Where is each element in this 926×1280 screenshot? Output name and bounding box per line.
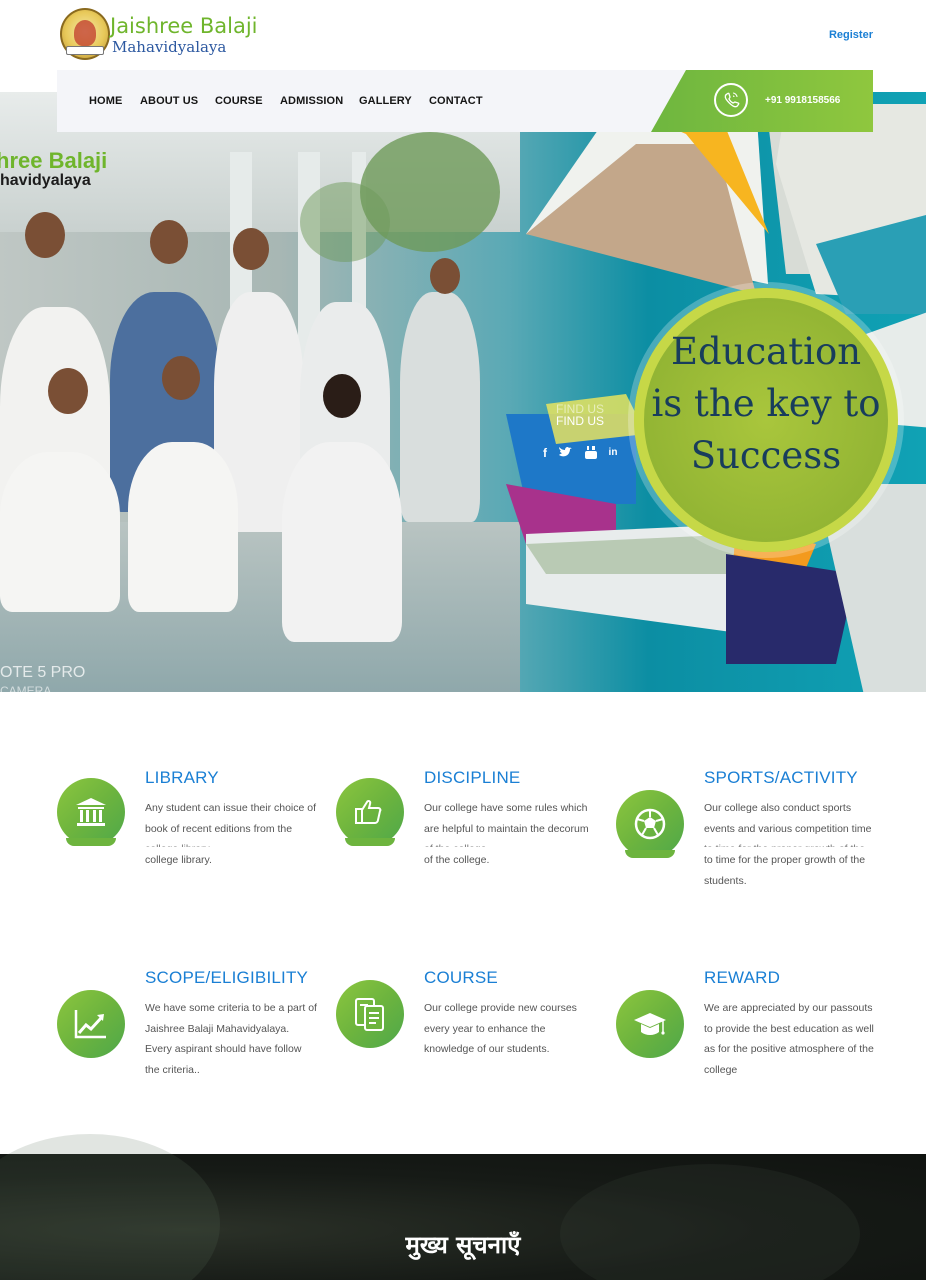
feature-course: COURSE Our college provide new courses e… (336, 968, 616, 1138)
feature-title: REWARD (704, 968, 781, 987)
main-navbar: HOME ABOUT US COURSE ADMISSION GALLERY C… (57, 70, 873, 132)
growth-chart-icon (57, 990, 125, 1058)
feature-description: Our college have some rules which are he… (424, 802, 589, 835)
feature-scope-eligibility: SCOPE/ELIGIBILITY We have some criteria … (57, 968, 337, 1138)
hero-tagline-college: hree Balaji (0, 148, 108, 173)
feature-description: We have some criteria to be a part of Ja… (145, 1002, 317, 1076)
youtube-icon[interactable] (584, 446, 598, 460)
logo-title: Jaishree Balaji (110, 14, 258, 38)
nav-admission[interactable]: ADMISSION (280, 95, 343, 107)
register-link[interactable]: Register (829, 29, 873, 41)
college-seal-icon (60, 8, 110, 60)
site-logo[interactable]: Jaishree Balaji Mahavidyalaya (60, 8, 260, 64)
nav-home[interactable]: HOME (89, 95, 122, 107)
slogan-line-3: Success (690, 434, 842, 477)
graduation-cap-icon (616, 990, 684, 1058)
feature-description-tail: to time for the proper growth of the stu… (704, 854, 866, 887)
feature-title: LIBRARY (145, 768, 219, 787)
nav-gallery[interactable]: GALLERY (359, 95, 412, 107)
slogan-line-1: Education (670, 330, 862, 373)
feature-description: We are appreciated by our passouts to pr… (704, 1002, 874, 1076)
thumbs-up-icon (336, 778, 404, 846)
nav-contact[interactable]: CONTACT (429, 95, 483, 107)
feature-sports: SPORTS/ACTIVITY Our college also conduct… (616, 768, 896, 938)
hero-banner: hree Balaji havidyalaya OTE 5 PRO CAMERA… (0, 92, 926, 692)
photo-watermark-sub: CAMERA (0, 684, 52, 692)
facebook-icon[interactable]: f (538, 446, 552, 460)
feature-title: COURSE (424, 968, 498, 987)
hero-tagline-sub: havidyalaya (0, 172, 91, 189)
logo-subtitle: Mahavidyalaya (112, 38, 227, 56)
phone-icon[interactable] (714, 83, 748, 117)
feature-description-tail: of the college. (424, 854, 490, 866)
feature-reward: REWARD We are appreciated by our passout… (616, 968, 896, 1138)
feature-description-tail: college library. (145, 854, 212, 866)
nav-course[interactable]: COURSE (215, 95, 263, 107)
feature-discipline: DISCIPLINE Our college have some rules w… (336, 768, 616, 938)
feature-description-clipped: of the college (424, 839, 596, 847)
photo-watermark: OTE 5 PRO (0, 664, 86, 681)
feature-description-clipped: college library (145, 839, 317, 847)
feature-title: SPORTS/ACTIVITY (704, 768, 858, 787)
football-icon (616, 790, 684, 858)
feature-title: SCOPE/ELIGIBILITY (145, 968, 309, 987)
hero-slogan: Education is the key to Success (634, 326, 898, 482)
linkedin-icon[interactable]: in (606, 446, 620, 460)
feature-description-clipped: to time for the proper growth of the (704, 839, 876, 847)
feature-description: Any student can issue their choice of bo… (145, 802, 317, 835)
books-icon (336, 980, 404, 1048)
notices-title: मुख्य सूचनाएँ (405, 1231, 521, 1259)
library-building-icon (57, 778, 125, 846)
phone-number[interactable]: +91 9918158566 (765, 95, 840, 106)
feature-description: Our college provide new courses every ye… (424, 1002, 577, 1055)
nav-about-us[interactable]: ABOUT US (140, 95, 198, 107)
feature-title: DISCIPLINE (424, 768, 521, 787)
notices-section: मुख्य सूचनाएँ (0, 1134, 926, 1280)
feature-description: Our college also conduct sports events a… (704, 802, 872, 835)
twitter-icon[interactable] (558, 446, 574, 460)
slogan-line-2: is the key to (651, 382, 881, 425)
find-us-label: FIND US (556, 414, 604, 428)
feature-library: LIBRARY Any student can issue their choi… (57, 768, 337, 938)
